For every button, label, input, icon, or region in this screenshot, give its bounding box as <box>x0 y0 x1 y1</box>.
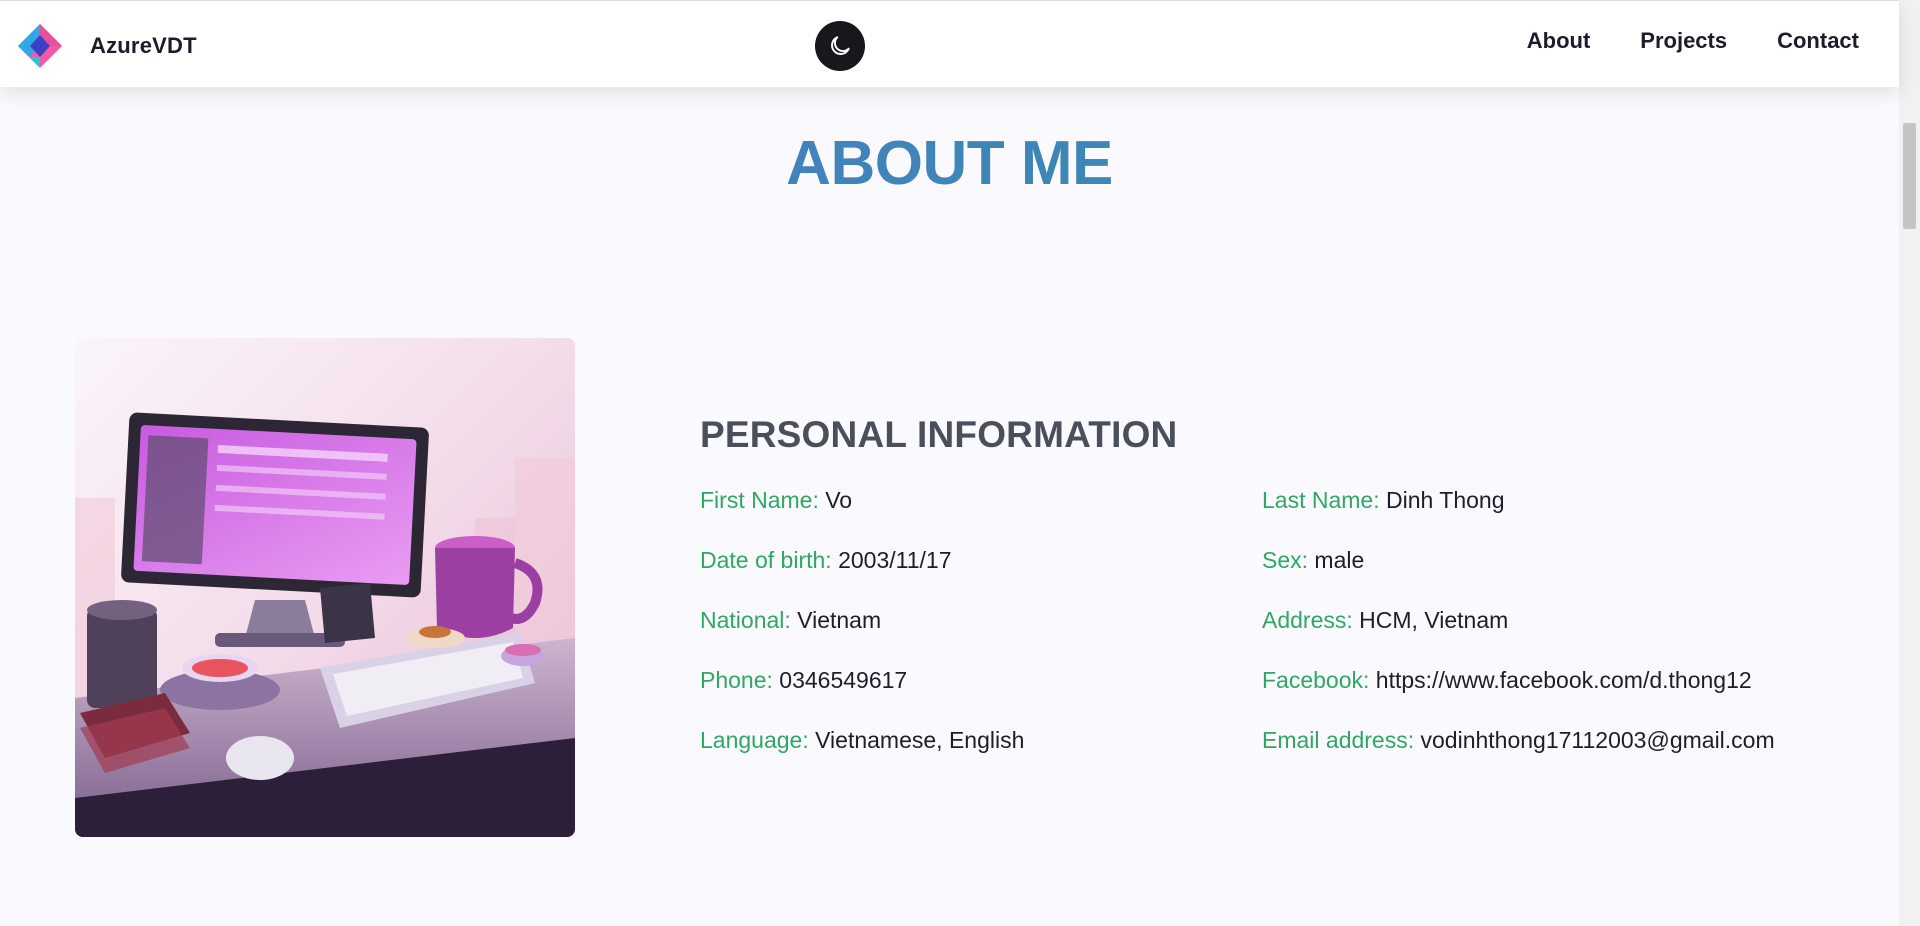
info-value: Vietnamese, English <box>815 727 1025 753</box>
info-facebook: Facebook: https://www.facebook.com/d.tho… <box>1262 667 1752 694</box>
info-value: https://www.facebook.com/d.thong12 <box>1375 667 1752 693</box>
cube-logo-icon <box>18 24 62 68</box>
page-scrollbar[interactable] <box>1899 0 1920 926</box>
moon-icon <box>831 36 850 55</box>
info-label: Email address: <box>1262 727 1415 753</box>
info-value: 0346549617 <box>779 667 908 693</box>
theme-toggle-button[interactable] <box>815 21 865 71</box>
personal-info-heading: PERSONAL INFORMATION <box>700 414 1178 455</box>
info-value: HCM, Vietnam <box>1359 607 1509 633</box>
info-value: vodinhthong17112003@gmail.com <box>1420 727 1775 753</box>
info-value: Dinh Thong <box>1386 487 1505 513</box>
info-date-of-birth: Date of birth: 2003/11/17 <box>700 547 951 574</box>
info-label: National: <box>700 607 791 633</box>
info-language: Language: Vietnamese, English <box>700 727 1024 754</box>
info-value: Vo <box>825 487 853 513</box>
nav-links: About Projects Contact <box>1527 28 1859 54</box>
info-label: Facebook: <box>1262 667 1370 693</box>
navbar: AzureVDT About Projects Contact <box>0 0 1899 87</box>
info-first-name: First Name: Vo <box>700 487 852 514</box>
info-label: Language: <box>700 727 809 753</box>
info-sex: Sex: male <box>1262 547 1364 574</box>
info-national: National: Vietnam <box>700 607 881 634</box>
info-label: Date of birth: <box>700 547 832 573</box>
scrollbar-thumb[interactable] <box>1903 123 1916 229</box>
nav-link-contact[interactable]: Contact <box>1777 28 1859 54</box>
info-label: Sex: <box>1262 547 1309 573</box>
nav-link-projects[interactable]: Projects <box>1640 28 1727 54</box>
desk-illustration <box>75 338 575 837</box>
nav-link-about[interactable]: About <box>1527 28 1591 54</box>
info-address: Address: HCM, Vietnam <box>1262 607 1508 634</box>
info-value: Vietnam <box>797 607 882 633</box>
info-label: Phone: <box>700 667 773 693</box>
brand[interactable]: AzureVDT <box>16 23 197 69</box>
info-label: Last Name: <box>1262 487 1380 513</box>
info-phone: Phone: 0346549617 <box>700 667 907 694</box>
info-label: Address: <box>1262 607 1353 633</box>
about-title: ABOUT ME <box>0 128 1899 199</box>
info-value: male <box>1314 547 1365 573</box>
info-email: Email address: vodinhthong17112003@gmail… <box>1262 727 1775 754</box>
brand-name: AzureVDT <box>90 33 197 58</box>
info-label: First Name: <box>700 487 819 513</box>
info-last-name: Last Name: Dinh Thong <box>1262 487 1505 514</box>
info-value: 2003/11/17 <box>838 547 952 573</box>
